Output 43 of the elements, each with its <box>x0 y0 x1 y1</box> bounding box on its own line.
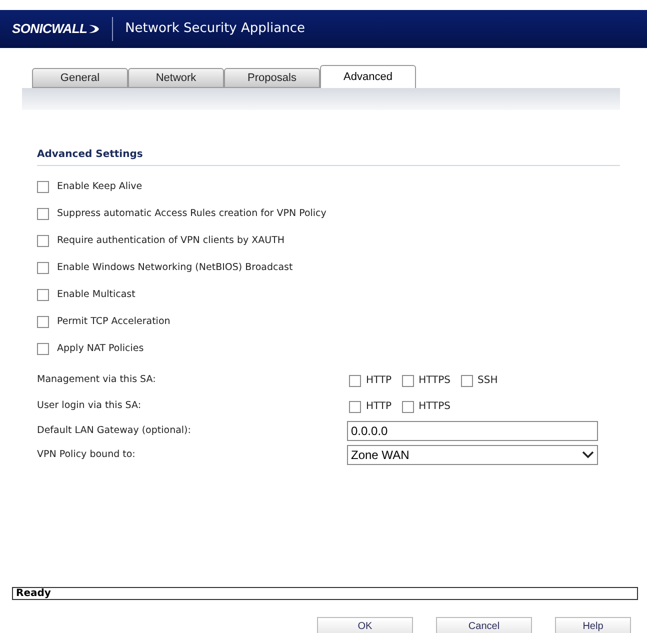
tab[interactable]: Network <box>128 68 224 88</box>
dialog-button[interactable]: Help <box>555 617 631 633</box>
app-title: Network Security Appliance <box>125 20 305 38</box>
dropdown[interactable]: Zone WAN <box>347 445 598 465</box>
checkbox[interactable] <box>37 235 49 247</box>
option-label: Require authentication of VPN clients by XAUTH <box>57 234 285 248</box>
text-field[interactable]: 0.0.0.0 <box>347 421 598 441</box>
option-label: Apply NAT Policies <box>57 342 144 356</box>
choice-label: HTTPS <box>418 374 451 388</box>
choice-label: HTTP <box>366 374 392 388</box>
choice-label: HTTP <box>366 400 392 414</box>
chevron-down-icon <box>582 451 594 459</box>
tab[interactable]: General <box>32 68 128 88</box>
option-label: Enable Multicast <box>57 288 136 302</box>
checkbox[interactable] <box>402 374 414 386</box>
checkbox[interactable] <box>460 374 473 386</box>
checkbox[interactable] <box>402 400 414 412</box>
field-label: Default LAN Gateway (optional): <box>37 424 192 438</box>
checkbox[interactable] <box>349 374 361 386</box>
tab[interactable]: Proposals <box>224 68 320 88</box>
checkbox[interactable] <box>349 400 361 412</box>
status-text: Ready <box>16 588 51 598</box>
option-label: Suppress automatic Access Rules creation for VPN Policy <box>57 206 326 221</box>
choice-label: HTTPS <box>418 400 451 414</box>
checkbox[interactable] <box>37 316 49 328</box>
section-title: Advanced Settings <box>37 149 143 160</box>
checkbox[interactable] <box>37 208 49 220</box>
checkbox[interactable] <box>37 262 49 274</box>
dialog-button[interactable]: OK <box>317 617 413 633</box>
option-label: Enable Windows Networking (NetBIOS) Broadcast <box>57 260 293 275</box>
option-label: Enable Keep Alive <box>57 180 142 194</box>
checkbox[interactable] <box>37 343 49 355</box>
field-label: VPN Policy bound to: <box>37 448 136 462</box>
choice-label: SSH <box>478 374 498 388</box>
checkbox[interactable] <box>37 181 49 193</box>
option-label: Permit TCP Acceleration <box>57 314 170 329</box>
field-label: Management via this SA: <box>37 373 157 388</box>
dialog-button[interactable]: Cancel <box>436 617 532 633</box>
checkbox[interactable] <box>37 289 49 301</box>
swoosh-icon <box>88 23 100 35</box>
tab[interactable]: Advanced <box>320 65 416 88</box>
logo: SONICWALL <box>12 20 88 38</box>
field-label: User login via this SA: <box>37 399 142 414</box>
